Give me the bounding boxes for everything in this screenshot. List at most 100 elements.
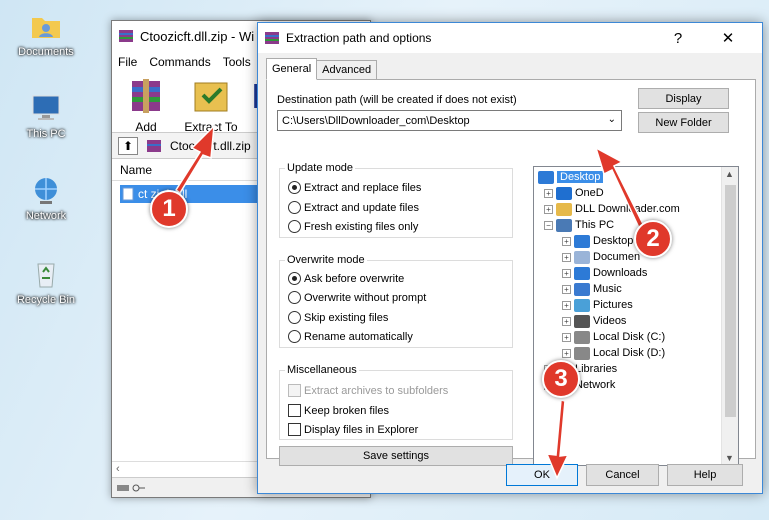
- update-mode-group: Update mode Extract and replace files Ex…: [279, 162, 513, 238]
- tree-item[interactable]: + Music: [562, 281, 622, 297]
- checkbox: [288, 423, 301, 436]
- ok-button[interactable]: OK: [506, 464, 578, 486]
- scroll-up-icon: ▲: [725, 169, 734, 179]
- radio-fresh-existing[interactable]: Fresh existing files only: [288, 220, 418, 233]
- onedrive-icon: [556, 186, 572, 200]
- menu-tools[interactable]: Tools: [223, 55, 251, 69]
- music-icon: [574, 282, 590, 296]
- miscellaneous-group: Miscellaneous Extract archives to subfol…: [279, 364, 513, 440]
- up-folder-button[interactable]: ⬆: [118, 136, 138, 155]
- help-icon: ?: [673, 29, 683, 47]
- expand-icon[interactable]: +: [562, 236, 571, 246]
- add-button[interactable]: Add: [118, 77, 174, 134]
- tab-advanced[interactable]: Advanced: [316, 60, 378, 80]
- winrar-title: Ctoozicft.dll.zip - Wi: [140, 28, 255, 44]
- help-button[interactable]: Help: [667, 464, 743, 486]
- tree-item[interactable]: Desktop: [538, 169, 604, 185]
- radio-label: Ask before overwrite: [304, 272, 405, 285]
- callout-number: 2: [646, 225, 660, 252]
- file-row-selected[interactable]: ct zicft.dll: [120, 185, 260, 203]
- drive-icon: [117, 484, 129, 491]
- radio-skip-existing[interactable]: Skip existing files: [288, 311, 388, 324]
- radio-button: [288, 330, 301, 343]
- menu-commands[interactable]: Commands: [149, 55, 210, 69]
- radio-label: Overwrite without prompt: [304, 291, 427, 304]
- save-settings-label: Save settings: [362, 450, 430, 462]
- scroll-thumb[interactable]: [725, 185, 736, 417]
- tree-item[interactable]: + Documen: [562, 249, 640, 265]
- expand-icon[interactable]: +: [562, 252, 571, 262]
- cancel-button[interactable]: Cancel: [586, 464, 659, 486]
- radio-overwrite-without[interactable]: Overwrite without prompt: [288, 291, 426, 304]
- check-keep-broken[interactable]: Keep broken files: [288, 404, 389, 417]
- desktop-icon-label: Recycle Bin: [16, 294, 76, 306]
- tree-item-label: Documen: [593, 251, 641, 263]
- close-icon: ✕: [721, 30, 735, 47]
- desktop-icon-this-pc[interactable]: This PC: [10, 94, 82, 140]
- checkbox: [288, 404, 301, 417]
- expand-icon[interactable]: +: [562, 268, 571, 278]
- close-button[interactable]: ✕: [708, 23, 748, 53]
- expand-icon[interactable]: +: [562, 284, 571, 294]
- radio-extract-update[interactable]: Extract and update files: [288, 201, 419, 214]
- check-display-explorer[interactable]: Display files in Explorer: [288, 423, 418, 436]
- destination-path-combo[interactable]: C:\Users\DllDownloader_com\Desktop ⌄: [277, 110, 622, 131]
- help-button-label: Help: [693, 469, 717, 481]
- radio-extract-replace[interactable]: Extract and replace files: [288, 181, 421, 194]
- help-title-button[interactable]: ?: [658, 23, 698, 53]
- tree-item[interactable]: + Videos: [562, 313, 626, 329]
- tree-item-label: Desktop: [593, 235, 634, 247]
- tree-item[interactable]: + OneD: [544, 185, 604, 201]
- disk-icon: [574, 346, 590, 360]
- tree-item[interactable]: + DLL Downloader.com: [544, 201, 680, 217]
- folder-tree[interactable]: ▲ ▼ Desktop + OneD + DLL Downloader.com − This…: [533, 166, 739, 466]
- scroll-down-icon: ▼: [725, 453, 734, 463]
- tree-item[interactable]: + Downloads: [562, 265, 647, 281]
- new-folder-button-label: New Folder: [655, 116, 712, 129]
- desktop-icon-documents[interactable]: Documents: [10, 10, 82, 58]
- archive-icon: [147, 139, 161, 152]
- callout-badge-2: 2: [634, 220, 672, 258]
- tree-item[interactable]: + Local Disk (C:): [562, 329, 665, 345]
- new-folder-button[interactable]: New Folder: [638, 112, 729, 133]
- tree-item-label: This PC: [575, 219, 615, 231]
- tree-item-label: Pictures: [593, 299, 633, 311]
- tree-item-label: OneD: [575, 187, 604, 199]
- tree-scrollbar[interactable]: ▲ ▼: [721, 167, 738, 465]
- dll-file-icon: [122, 187, 134, 201]
- expand-icon[interactable]: +: [562, 348, 571, 358]
- ok-button-label: OK: [534, 469, 550, 481]
- desktop-icon-network[interactable]: Network: [10, 176, 82, 222]
- radio-button: [288, 272, 301, 285]
- radio-ask-before[interactable]: Ask before overwrite: [288, 272, 404, 285]
- expand-icon[interactable]: +: [562, 300, 571, 310]
- radio-rename-auto[interactable]: Rename automatically: [288, 330, 413, 343]
- radio-label: Skip existing files: [304, 311, 389, 324]
- tree-item[interactable]: + Pictures: [562, 297, 633, 313]
- radio-label: Fresh existing files only: [304, 220, 419, 233]
- destination-label: Destination path (will be created if doe…: [277, 94, 517, 106]
- collapse-icon[interactable]: −: [544, 220, 553, 230]
- menu-file[interactable]: File: [118, 55, 137, 69]
- tree-item[interactable]: + Local Disk (D:): [562, 345, 665, 361]
- tree-item[interactable]: − This PC: [544, 217, 614, 233]
- download-icon: [574, 266, 590, 280]
- extract-to-button[interactable]: Extract To: [180, 77, 242, 134]
- checkbox: [288, 384, 301, 397]
- radio-label: Extract and update files: [304, 201, 419, 214]
- expand-icon[interactable]: +: [562, 316, 571, 326]
- radio-button: [288, 220, 301, 233]
- tab-strip: General Advanced: [266, 58, 378, 80]
- save-settings-button[interactable]: Save settings: [279, 446, 513, 466]
- callout-badge-1: 1: [150, 190, 188, 228]
- dialog-title: Extraction path and options: [286, 31, 432, 45]
- desktop-icon-recycle-bin[interactable]: Recycle Bin: [10, 258, 82, 306]
- tree-item[interactable]: + Desktop: [562, 233, 633, 249]
- extract-to-button-label: Extract To: [184, 120, 238, 134]
- expand-icon[interactable]: +: [562, 332, 571, 342]
- tab-general[interactable]: General: [266, 58, 318, 80]
- expand-icon[interactable]: +: [544, 188, 553, 198]
- expand-icon[interactable]: +: [544, 204, 553, 214]
- display-button[interactable]: Display: [638, 88, 729, 109]
- destination-path-value: C:\Users\DllDownloader_com\Desktop: [282, 114, 470, 127]
